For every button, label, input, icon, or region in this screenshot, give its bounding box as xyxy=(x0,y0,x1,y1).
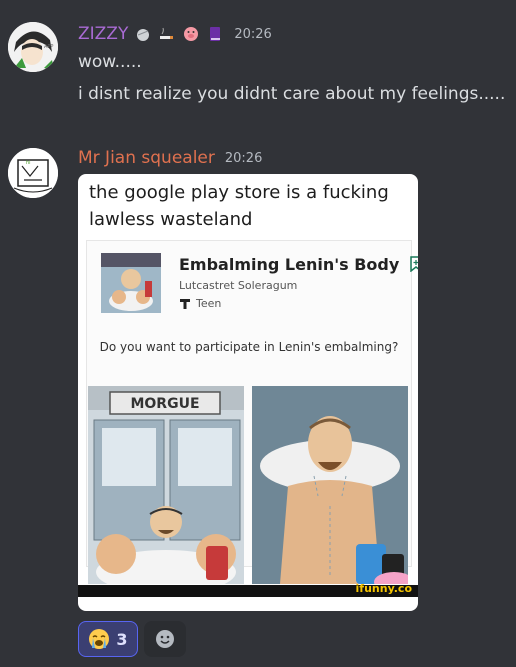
image-attachment[interactable]: the google play store is a fucking lawle… xyxy=(78,174,418,611)
message-text: wow..... xyxy=(78,52,142,72)
timestamp[interactable]: 20:26 xyxy=(234,27,271,42)
rating-label: Teen xyxy=(196,297,222,310)
cigarette-icon xyxy=(160,27,174,39)
bookmark-icon[interactable] xyxy=(409,256,418,273)
username[interactable]: Mr Jian squealer xyxy=(78,148,215,168)
book-icon xyxy=(210,27,221,41)
app-rating: Teen xyxy=(179,297,221,310)
shell-icon xyxy=(137,29,150,41)
morgue-sign: MORGUE xyxy=(130,396,199,412)
app-question: Do you want to participate in Lenin's em… xyxy=(99,340,399,354)
message-text: i disnt realize you didnt care about my … xyxy=(78,84,506,104)
crying-face-icon xyxy=(89,629,110,649)
timestamp[interactable]: 20:26 xyxy=(225,151,262,166)
meme-caption: the google play store is a fucking lawle… xyxy=(89,182,389,230)
svg-text:hi: hi xyxy=(26,160,31,166)
app-developer: Lutcastret Soleragum xyxy=(179,279,298,292)
message-header: Mr Jian squealer 20:26 xyxy=(78,148,262,168)
app-title: Embalming Lenin's Body xyxy=(179,255,418,274)
avatar-zizzy[interactable]: APP xyxy=(8,22,58,72)
app-thumbnail xyxy=(101,253,161,313)
add-reaction-button[interactable] xyxy=(144,621,186,657)
app-title-text: Embalming Lenin's Body xyxy=(179,255,400,274)
teen-rating-icon xyxy=(180,298,190,309)
reaction-crying[interactable]: 3 xyxy=(78,621,138,657)
add-reaction-icon xyxy=(156,630,174,648)
username[interactable]: ZIZZY xyxy=(78,24,128,44)
game-screenshots: MORGUE xyxy=(88,386,408,584)
svg-text:APP: APP xyxy=(44,44,53,50)
reaction-count: 3 xyxy=(116,629,128,649)
avatar-mr-jian[interactable]: hi xyxy=(8,148,58,198)
pig-icon xyxy=(184,27,199,41)
ifunny-watermark: ifunny.co xyxy=(355,582,412,595)
message-header: ZIZZY 20:26 xyxy=(78,24,272,44)
